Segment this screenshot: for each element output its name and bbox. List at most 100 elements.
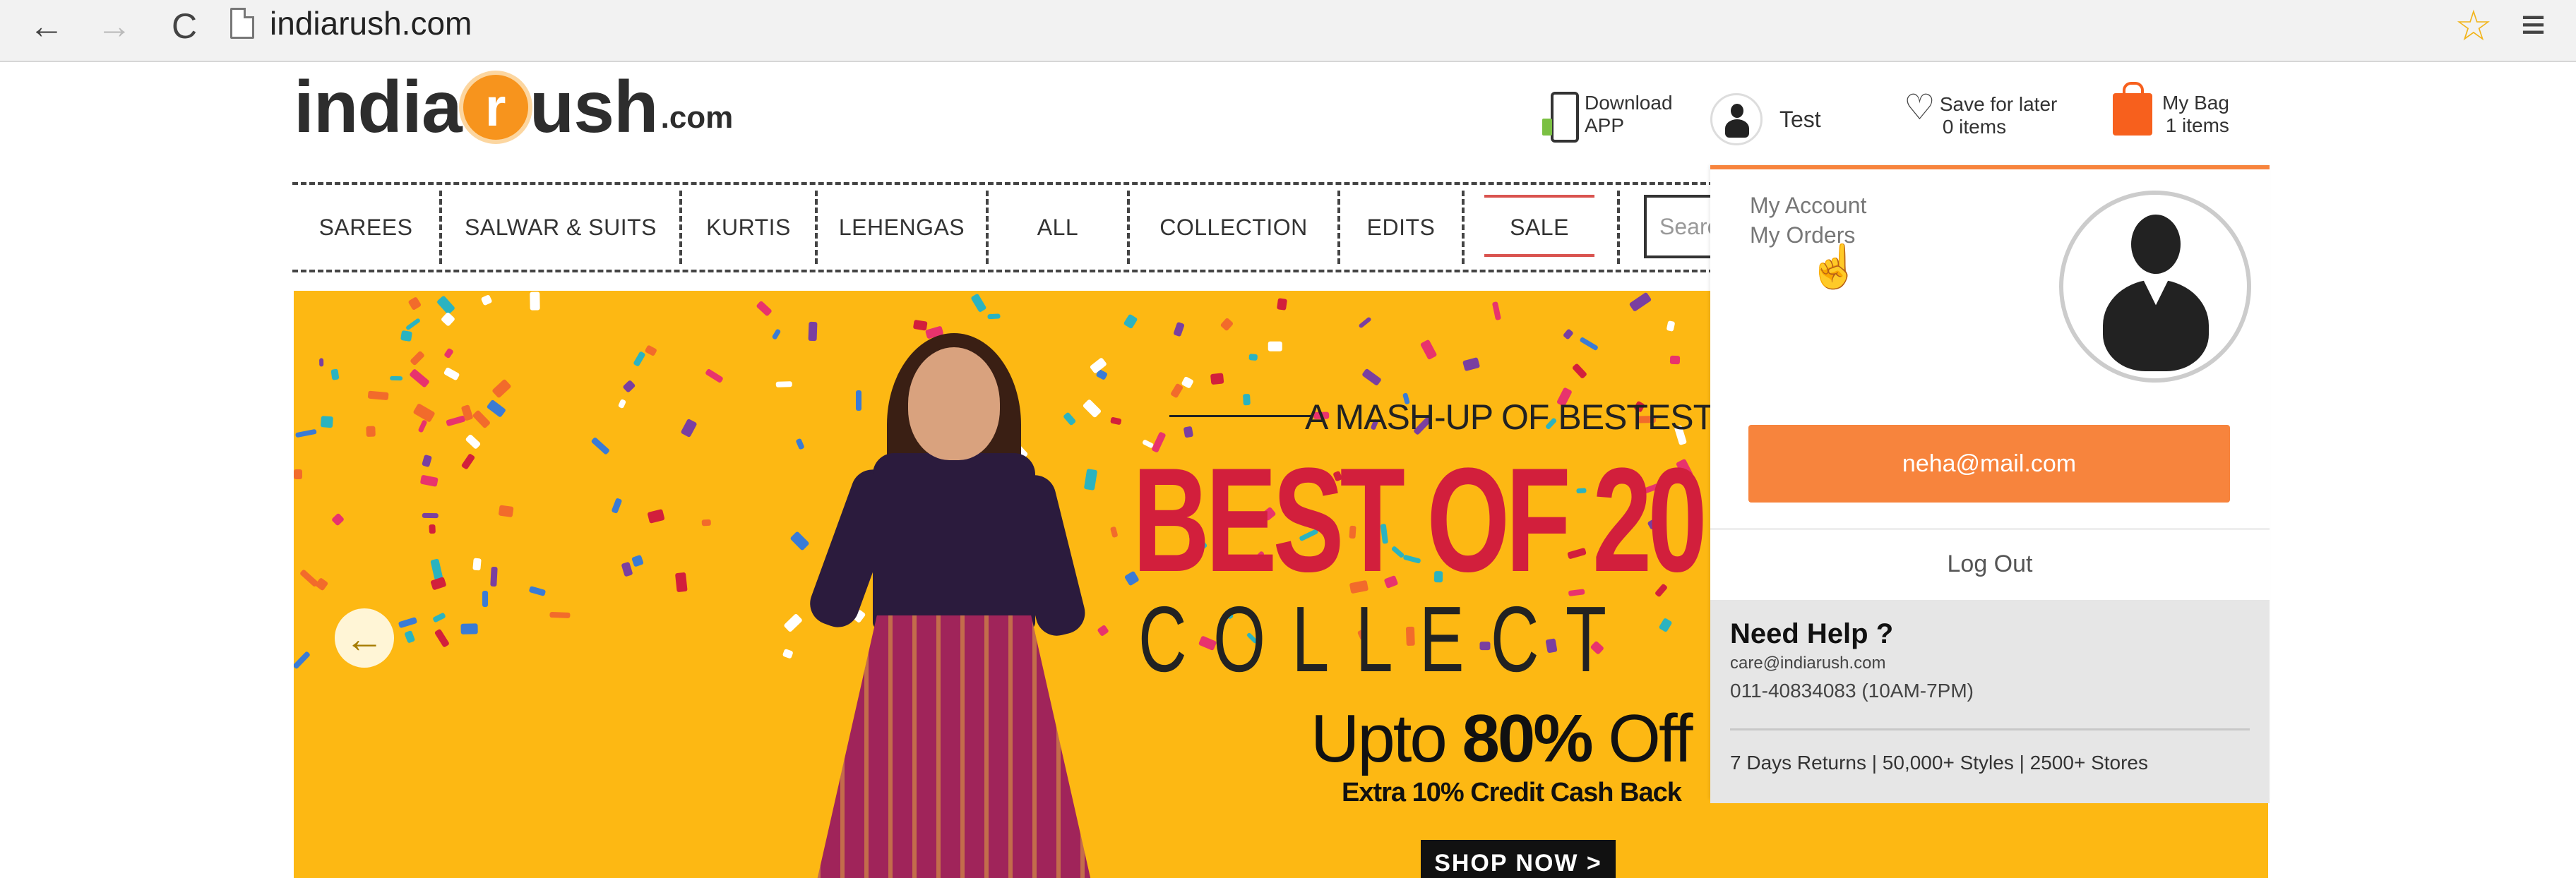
confetti-piece	[1358, 316, 1372, 329]
confetti-piece	[674, 571, 688, 592]
confetti-piece	[646, 509, 665, 524]
confetti-piece	[330, 368, 340, 380]
confetti-piece	[409, 368, 431, 389]
confetti-piece	[464, 433, 482, 450]
banner-discount: Upto 80% Off	[1311, 700, 1693, 778]
page-icon	[230, 8, 254, 39]
banner-headline: BEST OF 20	[1133, 437, 1707, 603]
confetti-piece	[1242, 393, 1251, 406]
confetti-piece	[400, 330, 413, 342]
confetti-piece	[530, 291, 541, 311]
address-bar[interactable]: indiarush.com	[230, 1, 2440, 45]
confetti-piece	[432, 612, 447, 623]
confetti-piece	[443, 347, 455, 359]
banner-collection-text: COLLECT	[1138, 587, 1633, 691]
confetti-piece	[611, 498, 623, 514]
confetti-piece	[498, 505, 514, 518]
confetti-piece	[446, 414, 467, 427]
confetti-piece	[1571, 363, 1587, 379]
confetti-piece	[1658, 617, 1673, 632]
shop-now-button[interactable]: SHOP NOW >	[1421, 840, 1616, 878]
my-bag-link[interactable]: My Bag 1 items	[2113, 82, 2229, 137]
url-text[interactable]: indiarush.com	[270, 4, 472, 42]
nav-edits[interactable]: EDITS	[1340, 185, 1462, 270]
confetti-piece	[633, 351, 646, 368]
nav-separator	[1617, 191, 1620, 264]
confetti-piece	[771, 328, 781, 341]
confetti-piece	[1419, 339, 1438, 360]
logo-text-com: .com	[660, 100, 734, 135]
confetti-piece	[366, 426, 376, 437]
download-line-1: Download	[1585, 92, 1673, 114]
nav-salwar-suits[interactable]: SALWAR & SUITS	[442, 185, 679, 270]
confetti-piece	[1210, 373, 1224, 385]
confetti-piece	[528, 585, 547, 597]
confetti-piece	[1666, 320, 1676, 332]
confetti-piece	[1580, 336, 1599, 351]
confetti-piece	[1276, 298, 1287, 311]
main-nav: SAREES SALWAR & SUITS KURTIS LEHENGAS AL…	[292, 182, 1743, 272]
confetti-piece	[319, 357, 324, 367]
nav-separator	[1462, 191, 1465, 264]
confetti-piece	[294, 650, 311, 670]
carousel-prev-arrow-icon[interactable]: ←	[335, 608, 394, 668]
dropdown-divider	[1710, 528, 2270, 530]
nav-collection[interactable]: COLLECTION	[1130, 185, 1337, 270]
confetti-piece	[1248, 353, 1258, 361]
logo-text-ush: ush	[529, 66, 659, 148]
confetti-piece	[472, 409, 491, 429]
confetti-piece	[472, 558, 482, 571]
upto-prefix: Upto	[1311, 701, 1462, 776]
bag-line-2: 1 items	[2165, 114, 2229, 136]
model-skirt-pattern	[816, 615, 1092, 878]
logo-r-badge: r	[463, 75, 528, 140]
confetti-piece	[404, 630, 416, 644]
help-email[interactable]: care@indiarush.com	[1730, 651, 2250, 676]
nav-sarees[interactable]: SAREES	[292, 185, 439, 270]
confetti-piece	[482, 590, 489, 607]
confetti-piece	[367, 390, 389, 400]
model-face	[908, 347, 1000, 460]
my-bag-label: My Bag 1 items	[2162, 92, 2229, 137]
confetti-piece	[481, 294, 493, 306]
download-app-link[interactable]: Download APP	[1542, 92, 1673, 143]
nav-lehengas[interactable]: LEHENGAS	[818, 185, 986, 270]
help-phone: 011-40834083 (10AM-7PM)	[1730, 680, 1974, 702]
reload-icon[interactable]: C	[160, 4, 209, 48]
confetti-piece	[490, 566, 498, 587]
confetti-piece	[405, 317, 421, 331]
confetti-piece	[680, 419, 698, 438]
bag-line-1: My Bag	[2162, 92, 2229, 114]
confetti-piece	[429, 524, 436, 534]
confetti-piece	[430, 577, 447, 591]
confetti-piece	[390, 376, 403, 381]
save-for-later-link[interactable]: ♡ Save for later 0 items	[1904, 90, 2057, 138]
user-email-button[interactable]: neha@mail.com	[1748, 425, 2230, 503]
forward-arrow-icon[interactable]: →	[93, 4, 136, 48]
user-account-menu[interactable]: Test	[1710, 93, 1821, 145]
confetti-piece	[460, 623, 478, 635]
back-arrow-icon[interactable]: ←	[25, 4, 68, 48]
nav-sale[interactable]: SALE	[1484, 185, 1594, 270]
nav-kurtis[interactable]: KURTIS	[682, 185, 815, 270]
my-account-link[interactable]: My Account	[1750, 191, 1866, 220]
upto-suffix: Off	[1591, 701, 1693, 776]
hand-cursor-icon: ☝	[1808, 243, 1861, 290]
logout-link[interactable]: Log Out	[1710, 551, 2270, 579]
confetti-piece	[295, 428, 317, 438]
confetti-piece	[590, 436, 611, 455]
confetti-piece	[422, 512, 439, 518]
site-logo[interactable]: india r ush .com	[294, 65, 733, 150]
confetti-piece	[621, 561, 633, 577]
model-top	[873, 453, 1035, 630]
user-name: Test	[1779, 107, 1821, 132]
confetti-piece	[434, 628, 450, 648]
avatar-head	[2131, 215, 2181, 274]
browser-menu-icon[interactable]: ≡	[2521, 0, 2546, 49]
confetti-piece	[491, 378, 512, 399]
download-app-label: Download APP	[1585, 92, 1673, 137]
nav-all[interactable]: ALL	[989, 185, 1127, 270]
bookmark-star-icon[interactable]: ☆	[2455, 1, 2493, 51]
page: india r ush .com Download APP Test ♡ Sav…	[17, 64, 2559, 878]
confetti-piece	[704, 368, 724, 383]
